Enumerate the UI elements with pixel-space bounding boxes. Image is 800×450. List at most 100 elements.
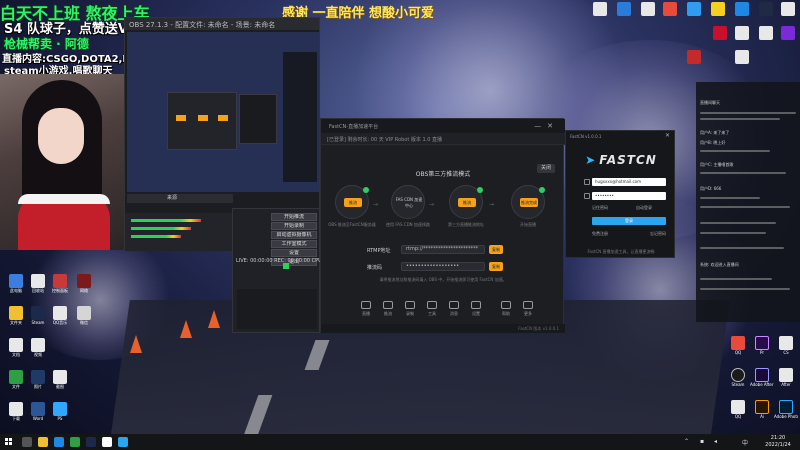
desktop-icon[interactable]: Adobe After Effects 2020 [750,368,774,387]
chat-panel[interactable]: 直播间聊天 用户A: 来了来了 用户B: 晚上好 用户C: 主播唱首歌 用户D:… [696,82,800,322]
fastcn-login-window[interactable]: FastCN v1.0.0.1 ✕ ➤ FASTCN hugxxxx@hotmai… [565,130,675,258]
desktop-icon[interactable]: Steam [728,368,748,387]
desktop-icon[interactable]: CS [776,336,796,355]
desktop-icon[interactable] [778,26,798,40]
windows-start-icon[interactable] [5,438,13,446]
copy-rtmp-button[interactable]: 复制 [489,245,503,254]
desktop-icon[interactable]: 视频 [28,338,48,357]
desktop-icon[interactable]: 下载 [6,402,26,421]
desktop-icon[interactable]: 控制面板 [50,274,70,293]
desktop-icon[interactable]: After [776,368,796,387]
close-icon[interactable]: ✕ [547,122,559,130]
fastcn-main-window[interactable]: FastCN-直播加速平台 —✕ [已登录] 剩余时长: 00 天 VIP Ro… [320,118,565,333]
desktop-icon[interactable]: 微信 [74,306,94,325]
window-controls[interactable]: —✕ [534,122,559,130]
tools-icon [427,301,437,309]
obs-icon[interactable] [102,437,112,447]
tool-live[interactable]: 直播 [357,301,375,317]
desktop-icon[interactable] [778,2,798,16]
lock-icon [584,193,590,199]
steam-icon[interactable] [86,437,96,447]
tool-settings[interactable]: 设置 [467,301,485,317]
desktop-icon[interactable] [708,2,728,16]
desktop-icon[interactable] [732,50,752,64]
desktop-icon[interactable] [590,2,610,16]
close-icon[interactable]: ✕ [665,132,670,139]
network-icon[interactable]: ▪ [700,438,704,445]
taskbar: ⌃ ▪ ◂ 中 21:20 2022/1/24 [0,434,800,450]
obs-tab-sources[interactable]: 来源 [167,195,177,201]
desktop-icon[interactable]: QQ [728,336,748,355]
desktop-icon[interactable] [684,2,704,16]
tool-tools[interactable]: 工具 [423,301,441,317]
clock-date: 2022/1/24 [765,442,791,448]
forgot-password-link[interactable]: 忘记密码 [650,231,666,237]
desktop-icon[interactable]: Ai [752,400,772,419]
obs-tabs[interactable]: 来源 [127,194,233,203]
desktop-icon[interactable] [732,26,752,40]
desktop-icon[interactable]: 照片 [28,370,48,389]
live-icon [361,301,371,309]
desktop-icon[interactable]: 此电脑 [6,274,26,293]
login-button[interactable]: 登录 [592,217,666,225]
register-link[interactable]: 免费注册 [592,231,608,237]
desktop-icon[interactable]: 文件 [6,370,26,389]
studio-mode-button[interactable]: 工作室模式 [271,240,317,248]
desktop-icon[interactable]: 截图 [50,370,70,389]
desktop-icon[interactable]: Word [28,402,48,421]
desktop-icon[interactable] [756,26,776,40]
clock-time: 21:20 [770,435,786,441]
clock[interactable]: 21:20 2022/1/24 [762,435,794,449]
desktop-icon[interactable]: 文件夹 [6,306,26,325]
desktop-icon[interactable]: 网络 [74,274,94,293]
tool-push[interactable]: 推流 [379,301,397,317]
desktop-icon[interactable] [614,2,634,16]
password-field[interactable]: •••••••• [592,192,666,200]
wechat-icon[interactable] [70,437,80,447]
start-streaming-button[interactable]: 开始推流 [271,213,317,221]
minimize-icon[interactable]: — [534,122,547,130]
input-method[interactable]: 中 [742,438,748,447]
desktop-icon[interactable]: Steam [28,306,48,325]
desktop-icon[interactable]: QQ [728,400,748,419]
tray-chevron-icon[interactable]: ⌃ [684,438,689,445]
obs-preview[interactable] [127,32,319,192]
stream-key-field[interactable]: •••••••••••••••••• [401,262,485,271]
browser-icon[interactable] [54,437,64,447]
flow-arrow-icon: → [429,201,435,208]
rtmp-field[interactable]: rtmp://********************** [401,245,485,254]
push-icon [383,301,393,309]
fastcn-icon[interactable] [118,437,128,447]
start-recording-button[interactable]: 开始录制 [271,222,317,230]
desktop-icon[interactable]: 回收站 [28,274,48,293]
mode-close-button[interactable]: 关闭 [537,164,555,173]
desktop-icon[interactable]: 文档 [6,338,26,357]
obs-controls-panel[interactable]: 开始推流 开始录制 启动虚拟摄像机 工作室模式 设置 退出 [232,208,320,333]
file-explorer-icon[interactable] [38,437,48,447]
tool-record[interactable]: 录制 [401,301,419,317]
auto-login-checkbox[interactable]: 自动登录 [636,205,652,211]
volume-icon[interactable]: ◂ [714,438,717,445]
login-footer: FastCN 直播加速工具，让直播更流畅 [587,249,655,254]
desktop-icon[interactable]: Adobe Photoshop 2020 [774,400,798,419]
tool-message[interactable]: 消息 [445,301,463,317]
record-icon [405,301,415,309]
settings-button[interactable]: 设置 [271,249,317,257]
preview-login-window [239,94,277,144]
tool-help[interactable]: 帮助 [497,301,515,317]
email-field[interactable]: hugxxxx@hotmail.com [592,178,666,186]
tool-more[interactable]: 更多 [519,301,537,317]
desktop-icon[interactable]: Pr [752,336,772,355]
desktop-icon[interactable] [660,2,680,16]
desktop-icon[interactable] [756,2,776,16]
desktop-icon[interactable] [710,26,730,40]
virtual-camera-button[interactable]: 启动虚拟摄像机 [271,231,317,239]
remember-checkbox[interactable]: 记住密码 [592,205,608,211]
search-icon[interactable] [22,437,32,447]
desktop-icon[interactable] [732,2,752,16]
copy-key-button[interactable]: 复制 [489,262,503,271]
desktop-icon[interactable]: QQ音乐 [50,306,70,325]
desktop-icon[interactable] [638,2,658,16]
desktop-icon[interactable] [684,50,704,64]
desktop-icon[interactable]: PS [50,402,70,421]
